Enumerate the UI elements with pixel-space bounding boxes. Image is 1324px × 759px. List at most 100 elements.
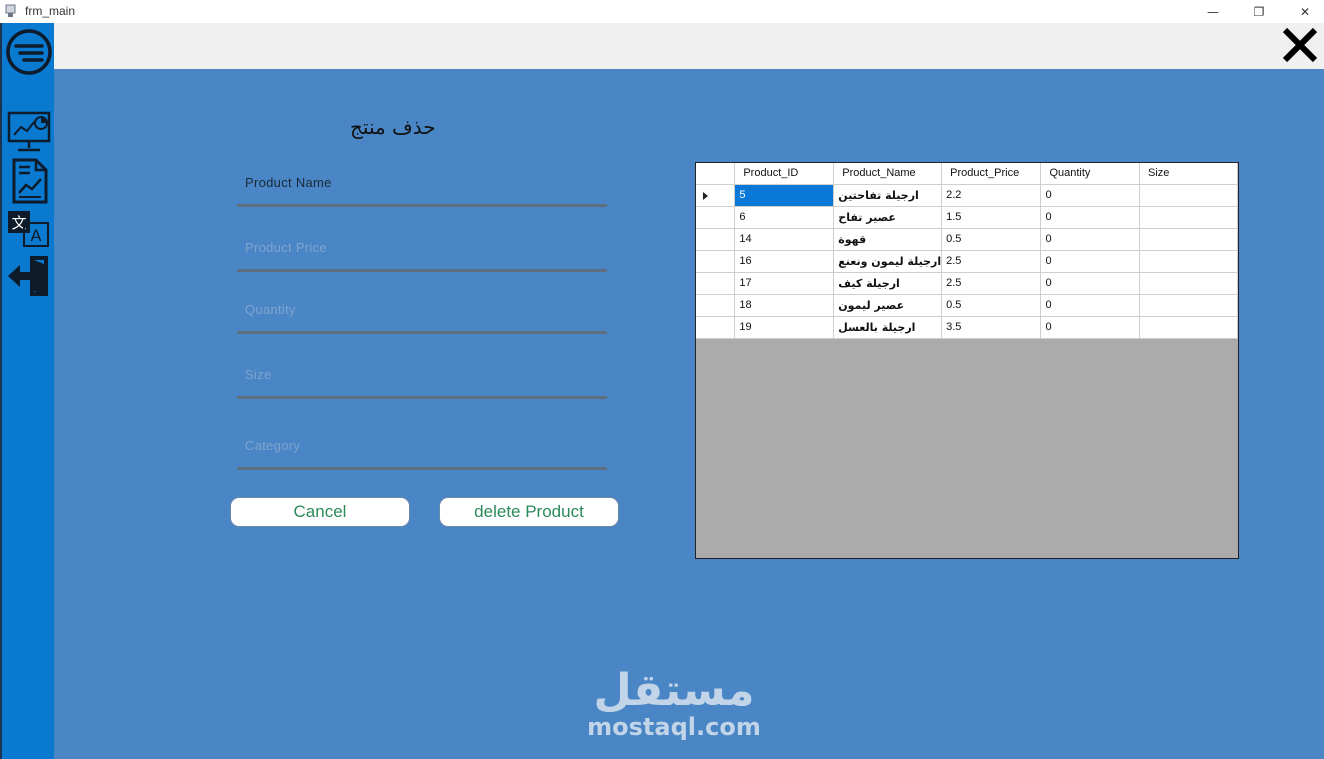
cell-size[interactable] (1139, 294, 1238, 317)
app-icon (5, 4, 16, 17)
product-name-text: ارجيلة كيف (838, 276, 900, 290)
cell-product-name[interactable]: ارجيلة كيف (833, 272, 943, 295)
row-header[interactable] (696, 184, 736, 207)
table-row[interactable]: 16 ارجيلة ليمون ونعنع 2.5 0 (696, 250, 1238, 273)
delete-product-button[interactable]: delete Product (439, 497, 619, 527)
product-price-field[interactable]: Product Price (237, 232, 607, 272)
watermark: مستقل mostaql.com (574, 665, 774, 742)
field-underline (237, 396, 607, 399)
report-icon[interactable] (6, 157, 52, 205)
cell-quantity[interactable]: 0 (1040, 250, 1140, 273)
product-name-text: ارجيلة تفاحتين (838, 188, 919, 202)
top-strip (54, 23, 1324, 69)
cell-product-price[interactable]: 1.5 (941, 206, 1042, 229)
main-panel: حذف منتج Product Name Product Price Quan… (54, 69, 1324, 759)
products-grid[interactable]: Product_ID Product_Name Product_Price Qu… (695, 162, 1239, 559)
cell-size[interactable] (1139, 316, 1238, 339)
cell-quantity[interactable]: 0 (1040, 206, 1140, 229)
row-header[interactable] (696, 272, 736, 295)
column-header-product-price[interactable]: Product_Price (941, 163, 1042, 185)
quantity-field[interactable]: Quantity (237, 294, 607, 334)
product-name-value: Product Name (245, 175, 332, 190)
cell-quantity[interactable]: 0 (1040, 184, 1140, 207)
restore-button[interactable]: ❐ (1236, 0, 1282, 23)
product-price-placeholder: Product Price (245, 240, 327, 255)
field-underline (237, 204, 607, 207)
field-underline (237, 467, 607, 470)
close-form-icon[interactable] (1280, 25, 1320, 65)
cell-size[interactable] (1139, 250, 1238, 273)
table-header-row: Product_ID Product_Name Product_Price Qu… (696, 163, 1238, 185)
cell-product-name[interactable]: ارجيلة تفاحتين (833, 184, 943, 207)
table-row[interactable]: 19 ارجيلة بالعسل 3.5 0 (696, 316, 1238, 339)
menu-icon[interactable] (6, 27, 52, 77)
cell-size[interactable] (1139, 206, 1238, 229)
cell-product-name[interactable]: عصير ليمون (833, 294, 943, 317)
quantity-placeholder: Quantity (245, 302, 296, 317)
cell-product-id[interactable]: 17 (734, 272, 835, 295)
cancel-button[interactable]: Cancel (230, 497, 410, 527)
cell-product-id[interactable]: 16 (734, 250, 835, 273)
current-row-indicator-icon (703, 191, 708, 200)
cell-product-id[interactable]: 6 (734, 206, 835, 229)
cell-product-price[interactable]: 2.2 (941, 184, 1042, 207)
window-title: frm_main (25, 4, 76, 18)
cell-size[interactable] (1139, 228, 1238, 251)
products-table: Product_ID Product_Name Product_Price Qu… (696, 163, 1238, 339)
table-row[interactable]: 6 عصير تفاح 1.5 0 (696, 206, 1238, 229)
table-row[interactable]: 18 عصير ليمون 0.5 0 (696, 294, 1238, 317)
dashboard-icon[interactable] (6, 110, 52, 156)
row-header[interactable] (696, 294, 736, 317)
table-row[interactable]: 14 قهوة 0.5 0 (696, 228, 1238, 251)
cell-size[interactable] (1139, 272, 1238, 295)
svg-text:A: A (31, 226, 42, 245)
size-placeholder: Size (245, 367, 272, 382)
product-name-field[interactable]: Product Name (237, 167, 607, 207)
field-underline (237, 331, 607, 334)
column-header-size[interactable]: Size (1139, 163, 1238, 185)
category-placeholder: Category (245, 438, 301, 453)
column-header-product-name[interactable]: Product_Name (833, 163, 943, 185)
cell-product-price[interactable]: 2.5 (941, 272, 1042, 295)
cell-product-id[interactable]: 19 (734, 316, 835, 339)
cell-product-name[interactable]: عصير تفاح (833, 206, 943, 229)
cell-product-id[interactable]: 14 (734, 228, 835, 251)
window-close-button[interactable]: ✕ (1282, 0, 1324, 23)
translate-icon[interactable]: 文 A (6, 209, 52, 249)
cell-product-price[interactable]: 2.5 (941, 250, 1042, 273)
cell-product-name[interactable]: ارجيلة بالعسل (833, 316, 943, 339)
size-field[interactable]: Size (237, 359, 607, 399)
cell-product-name[interactable]: قهوة (833, 228, 943, 251)
sidebar: 文 A (0, 23, 54, 759)
column-header-product-id[interactable]: Product_ID (734, 163, 835, 185)
minimize-button[interactable]: — (1190, 0, 1236, 23)
row-header[interactable] (696, 206, 736, 229)
cell-quantity[interactable]: 0 (1040, 272, 1140, 295)
table-row[interactable]: 5 ارجيلة تفاحتين 2.2 0 (696, 184, 1238, 207)
cell-product-id[interactable]: 5 (734, 184, 835, 207)
cell-quantity[interactable]: 0 (1040, 228, 1140, 251)
cell-size[interactable] (1139, 184, 1238, 207)
cell-quantity[interactable]: 0 (1040, 316, 1140, 339)
form-title: حذف منتج (350, 115, 436, 139)
category-field[interactable]: Category (237, 430, 607, 470)
column-header-quantity[interactable]: Quantity (1040, 163, 1140, 185)
logout-icon[interactable] (6, 254, 52, 298)
product-name-text: ارجيلة بالعسل (838, 320, 916, 334)
row-header[interactable] (696, 250, 736, 273)
cell-product-id[interactable]: 18 (734, 294, 835, 317)
cell-product-price[interactable]: 3.5 (941, 316, 1042, 339)
product-name-text: عصير تفاح (838, 210, 896, 224)
row-header-corner (696, 163, 736, 185)
cell-product-price[interactable]: 0.5 (941, 228, 1042, 251)
row-header[interactable] (696, 316, 736, 339)
cell-quantity[interactable]: 0 (1040, 294, 1140, 317)
product-name-text: عصير ليمون (838, 298, 905, 312)
table-row[interactable]: 17 ارجيلة كيف 2.5 0 (696, 272, 1238, 295)
cell-product-price[interactable]: 0.5 (941, 294, 1042, 317)
window-titlebar: frm_main — ❐ ✕ (0, 0, 1324, 23)
watermark-arabic: مستقل (593, 665, 755, 716)
cell-product-name[interactable]: ارجيلة ليمون ونعنع (833, 250, 943, 273)
row-header[interactable] (696, 228, 736, 251)
product-name-text: قهوة (838, 232, 867, 246)
